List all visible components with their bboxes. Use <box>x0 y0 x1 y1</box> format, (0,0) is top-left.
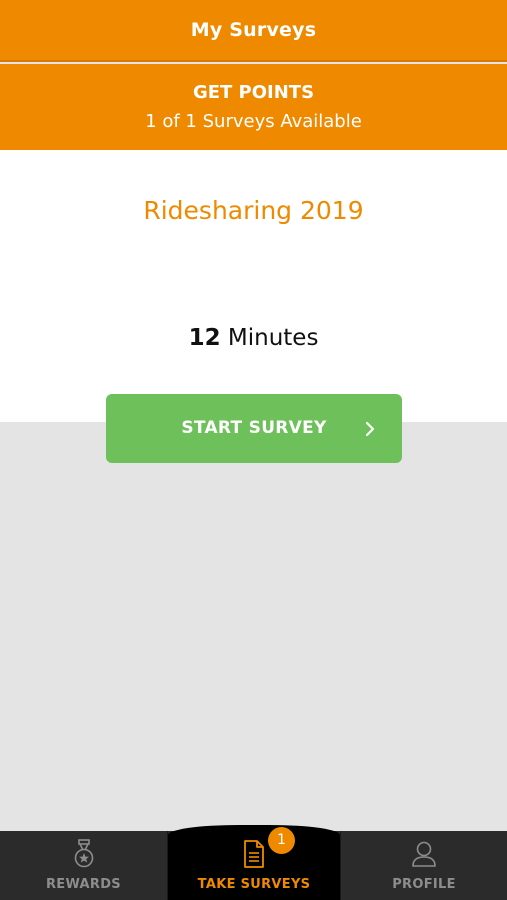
tab-take-surveys-label: TAKE SURVEYS <box>197 877 311 892</box>
duration-unit: Minutes <box>227 325 319 351</box>
survey-count-badge: 1 <box>268 827 295 854</box>
points-banner-title: GET POINTS <box>192 82 315 103</box>
tab-take-surveys[interactable]: 1 TAKE SURVEYS <box>168 825 340 900</box>
duration-value: 12 <box>188 325 221 351</box>
app-header: My Surveys <box>0 0 507 62</box>
tab-rewards-label: REWARDS <box>46 877 121 892</box>
survey-duration: 12 Minutes <box>0 323 507 353</box>
tab-profile[interactable]: PROFILE <box>340 831 507 900</box>
document-icon <box>244 840 264 868</box>
points-banner: GET POINTS 1 of 1 Surveys Available <box>0 64 507 150</box>
start-survey-label: START SURVEY <box>181 418 327 438</box>
start-survey-button[interactable]: START SURVEY <box>106 394 402 463</box>
tab-profile-label: PROFILE <box>392 877 456 892</box>
medal-icon <box>74 839 93 868</box>
surveys-available-count: 1 of 1 Surveys Available <box>145 111 362 132</box>
bottom-tab-bar: REWARDS 1 TAKE SURVEYS PROFILE <box>0 825 507 900</box>
page-title: My Surveys <box>190 19 317 41</box>
chevron-right-icon <box>365 421 375 437</box>
survey-card: Ridesharing 2019 12 Minutes <box>0 150 507 422</box>
survey-title: Ridesharing 2019 <box>143 196 364 225</box>
person-icon <box>412 841 436 867</box>
tab-rewards[interactable]: REWARDS <box>0 831 168 900</box>
